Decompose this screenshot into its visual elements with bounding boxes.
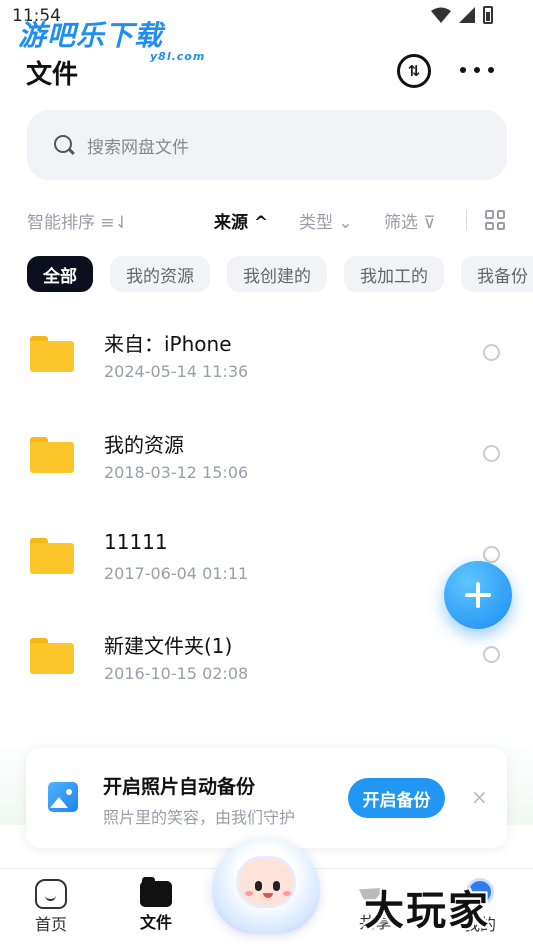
home-icon: [35, 879, 67, 909]
banner-subtitle: 照片里的笑容，由我们守护: [103, 808, 296, 827]
chip-my-resources[interactable]: 我的资源: [110, 256, 210, 292]
nav-home-label: 首页: [34, 915, 67, 934]
dot-icon: [474, 67, 480, 73]
select-radio[interactable]: [483, 445, 500, 462]
mascot-assistant-button[interactable]: [212, 838, 320, 938]
folder-icon: [30, 336, 74, 372]
chip-created-by-me[interactable]: 我创建的: [227, 256, 327, 292]
banner-title: 开启照片自动备份: [103, 776, 256, 798]
file-list-item[interactable]: 我的资源 2018-03-12 15:06: [0, 423, 533, 503]
mascot-cheek: [283, 891, 291, 896]
dot-icon: [488, 67, 494, 73]
file-name: 我的资源: [104, 433, 184, 457]
category-chips: 全部 我的资源 我创建的 我加工的 我备份: [27, 256, 533, 292]
dot-icon: [460, 67, 466, 73]
search-input[interactable]: 搜索网盘文件: [27, 110, 507, 180]
folder-icon: [30, 638, 74, 674]
chip-my-backup[interactable]: 我备份: [461, 256, 533, 292]
nav-files-label: 文件: [139, 913, 172, 932]
search-placeholder: 搜索网盘文件: [87, 137, 189, 158]
filter-button[interactable]: 筛选 ⊽: [384, 208, 436, 233]
wifi-icon: [431, 7, 451, 23]
file-date: 2024-05-14 11:36: [104, 362, 249, 381]
mascot-eye: [273, 881, 280, 891]
nav-home[interactable]: 首页: [21, 879, 81, 935]
file-list-item[interactable]: 新建文件夹(1) 2016-10-15 02:08: [0, 624, 533, 704]
sort-filter-bar: 智能排序 ≡⇃ 来源 ^ 类型 ⌄ 筛选 ⊽: [0, 208, 533, 236]
mascot-cheek: [245, 891, 253, 896]
select-radio[interactable]: [483, 546, 500, 563]
file-name: 新建文件夹(1): [104, 634, 233, 658]
nav-files[interactable]: 文件: [126, 877, 186, 933]
more-options-button[interactable]: [460, 60, 494, 80]
photo-icon: [48, 782, 78, 812]
transfer-list-button[interactable]: ⇅: [397, 54, 431, 88]
select-radio[interactable]: [483, 646, 500, 663]
add-button[interactable]: [444, 561, 512, 629]
plus-icon-vertical: [476, 582, 480, 608]
folder-icon: [30, 437, 74, 473]
file-date: 2017-06-04 01:11: [104, 564, 249, 583]
mascot-mouth: [263, 893, 273, 898]
divider: [466, 210, 467, 230]
file-date: 2018-03-12 15:06: [104, 463, 249, 482]
chip-all[interactable]: 全部: [27, 256, 93, 292]
type-filter-button[interactable]: 类型 ⌄: [299, 208, 353, 233]
status-icons: [431, 6, 493, 24]
file-name: 11111: [104, 530, 168, 554]
signal-icon: [459, 7, 475, 23]
source-filter-button[interactable]: 来源 ^: [214, 208, 268, 233]
file-name: 来自：iPhone: [104, 332, 232, 356]
file-list-item[interactable]: 来自：iPhone 2024-05-14 11:36: [0, 322, 533, 402]
search-icon: [53, 134, 75, 156]
page-title: 文件: [26, 60, 79, 90]
folder-icon: [30, 538, 74, 574]
close-icon[interactable]: ×: [471, 785, 488, 809]
mascot-face: [236, 856, 296, 908]
grid-view-icon[interactable]: [485, 210, 505, 230]
chip-processed-by-me[interactable]: 我加工的: [344, 256, 444, 292]
transfer-icon: ⇅: [407, 62, 421, 80]
watermark-logo-top: 游吧乐下载 y8l.com: [18, 19, 206, 63]
mascot-eye: [255, 881, 262, 891]
battery-icon: [483, 6, 493, 24]
file-date: 2016-10-15 02:08: [104, 664, 249, 683]
enable-backup-button[interactable]: 开启备份: [348, 778, 445, 818]
smart-sort-button[interactable]: 智能排序 ≡⇃: [27, 208, 129, 233]
folder-nav-icon: [140, 877, 172, 907]
select-radio[interactable]: [483, 344, 500, 361]
photo-backup-banner: 开启照片自动备份 照片里的笑容，由我们守护 开启备份 ×: [26, 748, 507, 848]
watermark-logo-bottom: 大玩家: [364, 888, 490, 934]
